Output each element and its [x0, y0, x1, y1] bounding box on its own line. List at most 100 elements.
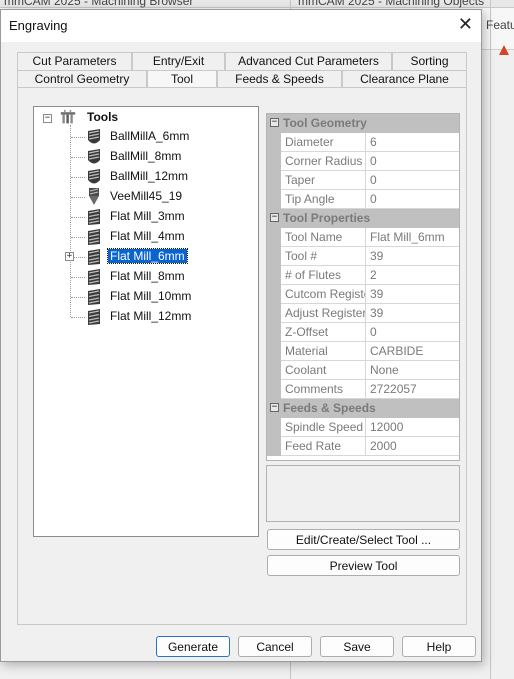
- background-tab-machining-browser[interactable]: mmCAM 2025 - Machining Browser: [4, 0, 193, 8]
- property-row[interactable]: Coolant None: [267, 361, 459, 380]
- tree-expand-icon[interactable]: +: [65, 252, 74, 261]
- close-icon[interactable]: ✕: [458, 14, 473, 35]
- tree-item[interactable]: Flat Mill_3mm: [34, 207, 258, 227]
- property-value[interactable]: 0: [367, 152, 459, 170]
- property-row[interactable]: Spindle Speed 12000: [267, 418, 459, 437]
- property-value[interactable]: 2000: [367, 437, 459, 455]
- tree-item[interactable]: Flat Mill_12mm: [34, 307, 258, 327]
- property-row[interactable]: # of Flutes 2: [267, 266, 459, 285]
- property-row[interactable]: Tool Name Flat Mill_6mm: [267, 228, 459, 247]
- property-value[interactable]: 39: [367, 304, 459, 322]
- tab-feeds-speeds[interactable]: Feeds & Speeds: [217, 70, 342, 88]
- tree-item[interactable]: Flat Mill_4mm: [34, 227, 258, 247]
- property-value[interactable]: None: [367, 361, 459, 379]
- category-collapse-icon[interactable]: −: [270, 118, 279, 127]
- property-value[interactable]: 39: [367, 285, 459, 303]
- tree-item-label[interactable]: Flat Mill_12mm: [108, 309, 193, 323]
- tree-root-row[interactable]: − Tools: [34, 108, 258, 128]
- property-category[interactable]: − Tool Properties: [267, 209, 459, 228]
- engraving-dialog: Engraving ✕ Cut Parameters Entry/Exit Ad…: [0, 9, 482, 662]
- tab-cut-parameters[interactable]: Cut Parameters: [17, 52, 132, 70]
- property-row[interactable]: Adjust Register 39: [267, 304, 459, 323]
- ball-mill-icon: [88, 129, 100, 144]
- property-row[interactable]: Tip Angle 0: [267, 190, 459, 209]
- tree-item[interactable]: VeeMill45_19: [34, 187, 258, 207]
- tree-item-label[interactable]: Flat Mill_6mm: [107, 248, 188, 264]
- tree-item[interactable]: + Flat Mill_6mm: [34, 247, 258, 267]
- property-value[interactable]: 2: [367, 266, 459, 284]
- property-row[interactable]: Corner Radius 0: [267, 152, 459, 171]
- tree-item-label[interactable]: Flat Mill_10mm: [108, 289, 193, 303]
- property-name: Comments: [282, 380, 366, 398]
- property-value[interactable]: CARBIDE: [367, 342, 459, 360]
- tree-item-label[interactable]: BallMill_12mm: [108, 169, 190, 183]
- property-value[interactable]: 6: [367, 133, 459, 151]
- tree-item[interactable]: Flat Mill_10mm: [34, 287, 258, 307]
- property-name: Feed Rate: [282, 437, 366, 455]
- tree-collapse-icon[interactable]: −: [43, 114, 52, 123]
- property-value[interactable]: 39: [367, 247, 459, 265]
- tree-item-label[interactable]: Flat Mill_8mm: [108, 269, 187, 283]
- tree-item[interactable]: BallMill_8mm: [34, 147, 258, 167]
- tree-branch-line: [71, 317, 85, 318]
- tab-sorting[interactable]: Sorting: [392, 52, 467, 70]
- tools-folder-icon: [60, 109, 76, 124]
- property-name: Tip Angle: [282, 190, 366, 208]
- flat-mill-icon: [88, 209, 100, 225]
- property-category-label: Feeds & Speeds: [283, 401, 376, 415]
- property-value[interactable]: 0: [367, 323, 459, 341]
- property-value[interactable]: 0: [367, 171, 459, 189]
- property-name: Cutcom Register: [282, 285, 366, 303]
- tab-tool[interactable]: Tool: [147, 70, 217, 88]
- property-value[interactable]: 2722057: [367, 380, 459, 398]
- tab-entry-exit[interactable]: Entry/Exit: [132, 52, 225, 70]
- tree-branch-line: [71, 277, 85, 278]
- property-row[interactable]: Material CARBIDE: [267, 342, 459, 361]
- property-name: Tool #: [282, 247, 366, 265]
- preview-tool-button[interactable]: Preview Tool: [267, 555, 460, 576]
- background-tab-machining-objects[interactable]: mmCAM 2025 - Machining Objects: [298, 0, 484, 8]
- property-name: Diameter: [282, 133, 366, 151]
- tree-item-label[interactable]: Flat Mill_4mm: [108, 229, 187, 243]
- property-row[interactable]: Comments 2722057: [267, 380, 459, 399]
- background-divider-right: [490, 0, 491, 679]
- property-gutter: [267, 437, 281, 456]
- help-button[interactable]: Help: [402, 636, 476, 657]
- background-tool-icon[interactable]: [496, 42, 512, 58]
- tree-item-label[interactable]: VeeMill45_19: [108, 189, 184, 203]
- tree-item-label[interactable]: BallMillA_6mm: [108, 129, 191, 143]
- property-row[interactable]: Z-Offset 0: [267, 323, 459, 342]
- edit-create-select-tool-button[interactable]: Edit/Create/Select Tool ...: [267, 529, 460, 550]
- property-value[interactable]: 0: [367, 190, 459, 208]
- save-button[interactable]: Save: [320, 636, 394, 657]
- tab-control-geometry[interactable]: Control Geometry: [17, 70, 147, 88]
- tree-item-label[interactable]: Flat Mill_3mm: [108, 209, 187, 223]
- property-row[interactable]: Cutcom Register 39: [267, 285, 459, 304]
- tree-branch-line: [71, 177, 85, 178]
- tree-root-label[interactable]: Tools: [85, 110, 120, 124]
- tool-tree[interactable]: − Tools BallMillA_6mm BallMill_8mm BallMil…: [33, 106, 259, 537]
- cancel-button[interactable]: Cancel: [238, 636, 312, 657]
- property-row[interactable]: Taper 0: [267, 171, 459, 190]
- tree-item-label[interactable]: BallMill_8mm: [108, 149, 183, 163]
- tab-clearance-plane[interactable]: Clearance Plane: [342, 70, 467, 88]
- property-value[interactable]: 12000: [367, 418, 459, 436]
- category-collapse-icon[interactable]: −: [270, 213, 279, 222]
- property-gutter: [267, 171, 281, 190]
- property-name: Spindle Speed: [282, 418, 366, 436]
- category-collapse-icon[interactable]: −: [270, 403, 279, 412]
- property-row[interactable]: Diameter 6: [267, 133, 459, 152]
- property-name: Z-Offset: [282, 323, 366, 341]
- property-row[interactable]: Feed Rate 2000: [267, 437, 459, 456]
- property-category[interactable]: − Feeds & Speeds: [267, 399, 459, 418]
- property-category[interactable]: − Tool Geometry: [267, 114, 459, 133]
- flat-mill-icon: [88, 289, 100, 305]
- tree-item[interactable]: Flat Mill_8mm: [34, 267, 258, 287]
- tree-item[interactable]: BallMillA_6mm: [34, 127, 258, 147]
- property-row[interactable]: Tool #39: [267, 247, 459, 266]
- generate-button[interactable]: Generate: [156, 636, 230, 657]
- tool-property-grid[interactable]: − Tool Geometry Diameter 6 Corner Radius 0 Tap…: [266, 113, 460, 461]
- property-value[interactable]: Flat Mill_6mm: [367, 228, 459, 246]
- tree-item[interactable]: BallMill_12mm: [34, 167, 258, 187]
- tab-advanced-cut-parameters[interactable]: Advanced Cut Parameters: [225, 52, 392, 70]
